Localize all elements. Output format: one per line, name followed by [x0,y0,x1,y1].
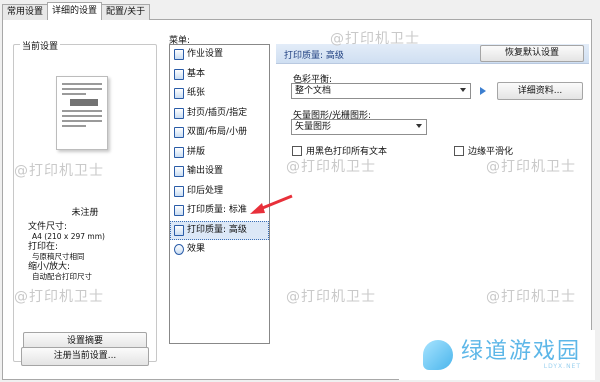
settings-panel: 当前设置 未注册 文件尺寸: A4 (210 x 297 mm) 打印在: 与原… [2,19,592,380]
duplex-layout-icon [174,127,184,139]
logo-subtext: LDYX.NET [543,362,582,370]
imposition-icon [174,146,184,158]
watermark-text: @打印机卫士 [286,289,376,305]
tab-detailed-settings[interactable]: 详细的设置 [47,2,103,20]
watermark-text: @打印机卫士 [14,289,104,305]
checkbox-box[interactable] [292,145,302,156]
chevron-down-icon [416,124,422,128]
menu-item-duplex-layout[interactable]: 双面/布局/小册 [170,123,269,143]
settings-header: 打印质量: 高级 恢复默认设置 [276,44,589,64]
menu-item-basic[interactable]: 基本 [170,65,269,85]
settings-header-title: 打印质量: 高级 [284,51,344,61]
color-balance-value: 整个文档 [295,86,332,96]
restore-defaults-button[interactable]: 恢复默认设置 [480,45,584,62]
chevron-down-icon [460,88,466,92]
print-on-value: 与原稿尺寸相同 [32,252,85,261]
color-balance-select[interactable]: 整个文档 [291,83,471,99]
vector-raster-select[interactable]: 矢量图形 [291,119,427,135]
watermark-text: @打印机卫士 [486,159,576,175]
current-settings-group: 当前设置 未注册 文件尺寸: A4 (210 x 297 mm) 打印在: 与原… [13,39,157,362]
profile-name: 未注册 [71,208,99,218]
page-preview-image [56,76,108,150]
logo-mark-icon [423,340,453,370]
menu-item-output[interactable]: 输出设置 [170,162,269,182]
watermark-text: @打印机卫士 [14,163,104,179]
quality-advanced-icon [174,224,184,236]
quality-standard-icon [174,205,184,217]
logo-text: 绿道游戏园 [461,338,582,364]
menu-item-imposition[interactable]: 拼版 [170,143,269,163]
watermark-text: @打印机卫士 [330,31,420,47]
effects-icon [174,244,184,256]
print-on-label: 打印在: [28,242,59,252]
play-arrow-icon [480,87,486,95]
site-logo: 绿道游戏园 LDYX.NET [399,330,595,380]
watermark-text: @打印机卫士 [486,289,576,305]
register-settings-button[interactable]: 注册当前设置... [21,347,149,366]
cover-page-icon [174,107,184,119]
menu-item-job-settings[interactable]: 作业设置 [170,45,269,65]
tab-config-about[interactable]: 配置/关于 [101,4,151,20]
menu-item-cover-page[interactable]: 封页/插页/指定 [170,104,269,124]
details-button[interactable]: 详细资料... [497,82,583,100]
menu-item-quality-advanced[interactable]: 打印质量: 高级 [170,220,269,240]
menu-item-paper[interactable]: 纸张 [170,84,269,104]
vector-raster-value: 矢量图形 [295,122,332,132]
tab-bar: 常用设置 详细的设置 配置/关于 [2,2,151,20]
paper-icon [174,88,184,100]
scale-label: 缩小/放大: [28,262,71,272]
checkbox-box[interactable] [454,145,464,156]
paper-size-value: A4 (210 x 297 mm) [32,232,105,241]
menu-item-effects[interactable]: 效果 [170,240,269,260]
annotation-arrow-icon [250,194,293,214]
job-settings-icon [174,49,184,61]
output-icon [174,166,184,178]
paper-size-label: 文件尺寸: [28,222,68,232]
current-settings-title: 当前设置 [20,39,61,52]
current-settings-info: 文件尺寸: A4 (210 x 297 mm) 打印在: 与原稿尺寸相同 缩小/… [28,222,105,282]
scale-value: 自动配合打印尺寸 [32,272,92,281]
finishing-icon [174,185,184,197]
basic-icon [174,68,184,80]
watermark-text: @打印机卫士 [286,159,376,175]
tab-common-settings[interactable]: 常用设置 [2,4,49,20]
